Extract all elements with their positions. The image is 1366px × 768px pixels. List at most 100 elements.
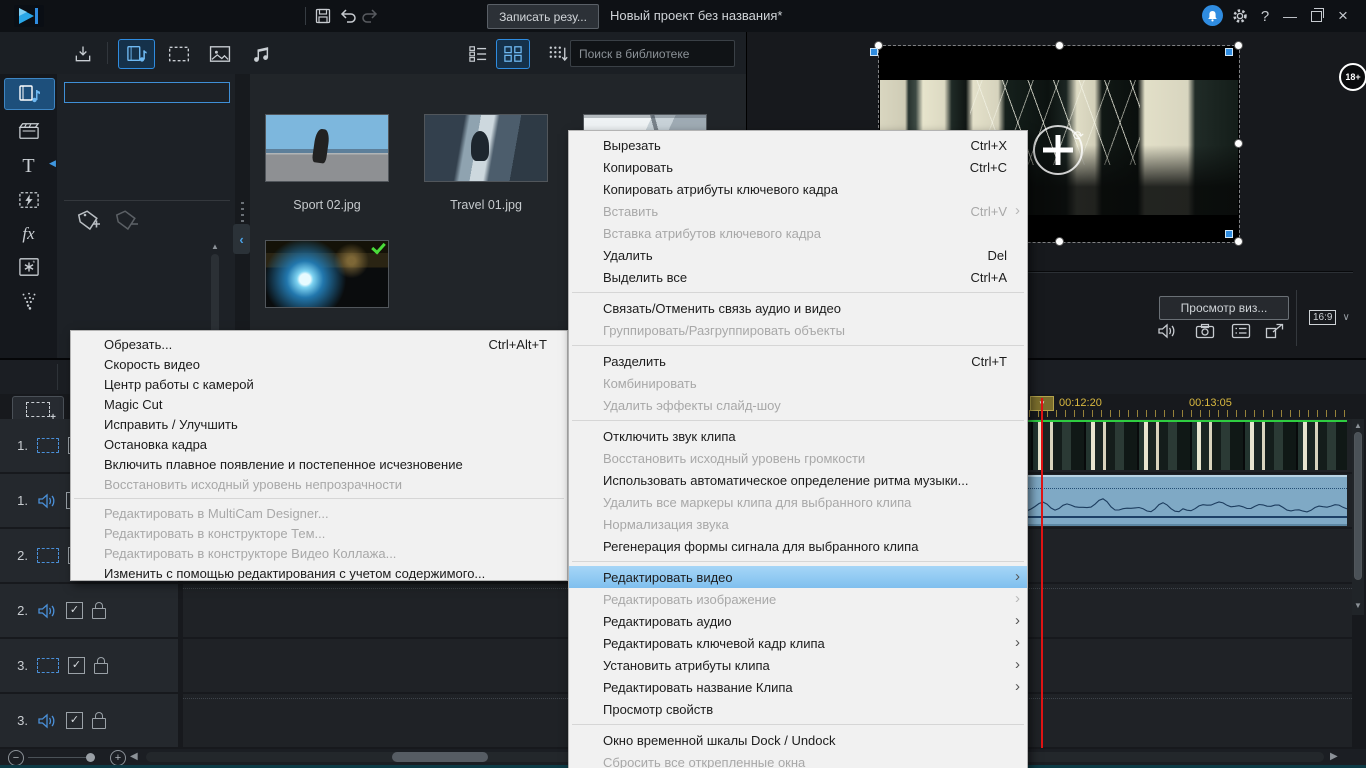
submenu-item[interactable]: Magic Cut › [71,394,567,414]
minimize-icon[interactable]: — [1280,6,1300,26]
track-enable-checkbox[interactable]: ✓ [66,602,83,619]
resize-handle-tr[interactable] [1234,41,1243,50]
context-menu-item[interactable]: Редактировать аудио › [569,610,1027,632]
media-item[interactable] [265,240,389,324]
resize-handle-bottom[interactable] [1055,237,1064,246]
undo-icon[interactable] [337,6,359,26]
media-item[interactable]: Travel 01.jpg [424,114,548,212]
list-scroll-up-icon[interactable]: ▲ [211,242,219,251]
library-category[interactable] [64,130,230,151]
help-icon[interactable]: ? [1255,6,1275,26]
submenu-item[interactable]: Изменить с помощью редактирования с учет… [71,563,567,581]
submenu-item[interactable]: Включить плавное появление и постепенное… [71,454,567,474]
context-menu-item[interactable]: Редактировать ключевой кадр клипа › [569,632,1027,654]
notification-bell-icon[interactable] [1202,5,1223,26]
redo-icon[interactable] [359,6,381,26]
media-thumbnail[interactable] [265,240,389,308]
rotate-handle-icon[interactable]: ⟳ [1073,128,1084,144]
context-menu-item[interactable]: › [572,292,1024,293]
context-menu-item[interactable]: Редактировать видео › [569,566,1027,588]
context-menu-item[interactable]: › [572,724,1024,725]
crop-handle-tr[interactable] [1225,48,1233,56]
context-menu-item[interactable]: › [572,345,1024,346]
context-menu-item[interactable]: Связать/Отменить связь аудио и видео › [569,297,1027,319]
submenu-item[interactable]: Центр работы с камерой › [71,374,567,394]
add-tag-icon[interactable] [76,208,104,234]
library-category[interactable] [64,82,230,103]
submenu-item[interactable]: Остановка кадра › [71,434,567,454]
overlay-room-icon[interactable]: * [4,252,53,282]
scroll-left-icon[interactable]: ◀ [130,751,138,762]
submenu-item[interactable]: Исправить / Улучшить › [71,414,567,434]
library-category[interactable] [64,106,230,127]
settings-gear-icon[interactable] [1230,6,1250,26]
context-menu-item[interactable]: Использовать автоматическое определение … [569,469,1027,491]
track-enable-checkbox[interactable]: ✓ [68,657,85,674]
crop-handle-tl[interactable] [870,48,878,56]
resize-handle-top[interactable] [1055,41,1064,50]
media-thumbnail[interactable] [424,114,548,182]
library-category[interactable] [64,178,230,199]
submenu-item[interactable]: Скорость видео › [71,354,567,374]
media-item[interactable]: Sport 02.jpg [265,114,389,212]
context-menu-item[interactable]: Выделить все Ctrl+A › [569,266,1027,288]
close-icon[interactable]: × [1333,6,1353,26]
undock-window-icon[interactable] [1263,320,1287,342]
submenu-item[interactable]: Обрезать... Ctrl+Alt+T › [71,334,567,354]
save-icon[interactable] [312,6,334,26]
library-category[interactable] [64,154,230,175]
context-menu-item[interactable]: Редактировать название Клипа › [569,676,1027,698]
zoom-out-button[interactable]: − [8,750,24,766]
submenu-item[interactable]: › [74,498,564,499]
render-preview-button[interactable]: Просмотр виз... [1159,296,1289,320]
filter-audio-button[interactable] [242,39,279,69]
context-menu-item[interactable]: Просмотр свойств › [569,698,1027,720]
snapshot-camera-icon[interactable] [1193,320,1217,342]
context-menu-item[interactable]: › [572,561,1024,562]
sort-menu-button[interactable] [543,39,573,69]
aspect-ratio-selector[interactable]: 16:9 ∨ [1309,310,1350,325]
details-view-icon[interactable] [1229,320,1253,342]
filter-photo-button[interactable] [201,39,238,69]
track-header[interactable]: 2. ✓ [0,584,178,637]
filter-all-media-button[interactable] [118,39,155,69]
project-room-icon[interactable] [4,116,53,146]
track-header[interactable]: 3. ✓ [0,694,178,747]
produce-button[interactable]: Записать резу... [487,4,599,29]
media-room-icon[interactable] [4,78,55,110]
import-media-button[interactable] [64,39,101,69]
zoom-in-button[interactable]: + [110,750,126,766]
volume-icon[interactable] [1155,320,1179,342]
context-menu-item[interactable]: Копировать атрибуты ключевого кадра › [569,178,1027,200]
filter-video-button[interactable] [160,39,197,69]
context-menu-item[interactable]: Регенерация формы сигнала для выбранного… [569,535,1027,557]
track-lock-icon[interactable] [94,663,108,674]
zoom-slider-track[interactable] [28,757,86,758]
context-menu-item[interactable]: Вырезать Ctrl+X › [569,134,1027,156]
zoom-slider-thumb[interactable] [86,753,95,762]
track-lock-icon[interactable] [92,608,106,619]
scroll-right-icon[interactable]: ▶ [1330,751,1338,762]
context-menu-item[interactable]: Копировать Ctrl+C › [569,156,1027,178]
resize-handle-right[interactable] [1234,139,1243,148]
resize-handle-br[interactable] [1234,237,1243,246]
search-input[interactable] [571,47,738,61]
collapse-panel-button[interactable]: ‹ [233,224,250,254]
context-menu-item[interactable]: Отключить звук клипа › [569,425,1027,447]
transition-room-icon[interactable] [4,185,53,215]
panel-splitter[interactable]: ‹ [235,74,250,358]
context-menu-item[interactable]: Удалить Del › [569,244,1027,266]
track-header[interactable]: 3. ✓ [0,639,178,692]
timeline-vertical-scrollbar[interactable]: ▲ ▼ [1352,419,1364,615]
track-enable-checkbox[interactable]: ✓ [66,712,83,729]
particle-room-icon[interactable] [4,286,53,316]
restore-icon[interactable] [1306,6,1326,26]
crop-handle-br[interactable] [1225,230,1233,238]
grid-view-button[interactable] [496,39,530,69]
scroll-up-icon[interactable]: ▲ [1354,421,1362,430]
remove-tag-icon[interactable] [114,208,142,234]
list-view-button[interactable] [461,39,495,69]
scroll-down-icon[interactable]: ▼ [1354,601,1362,610]
context-menu-item[interactable]: Разделить Ctrl+T › [569,350,1027,372]
scrollbar-thumb[interactable] [392,752,488,762]
